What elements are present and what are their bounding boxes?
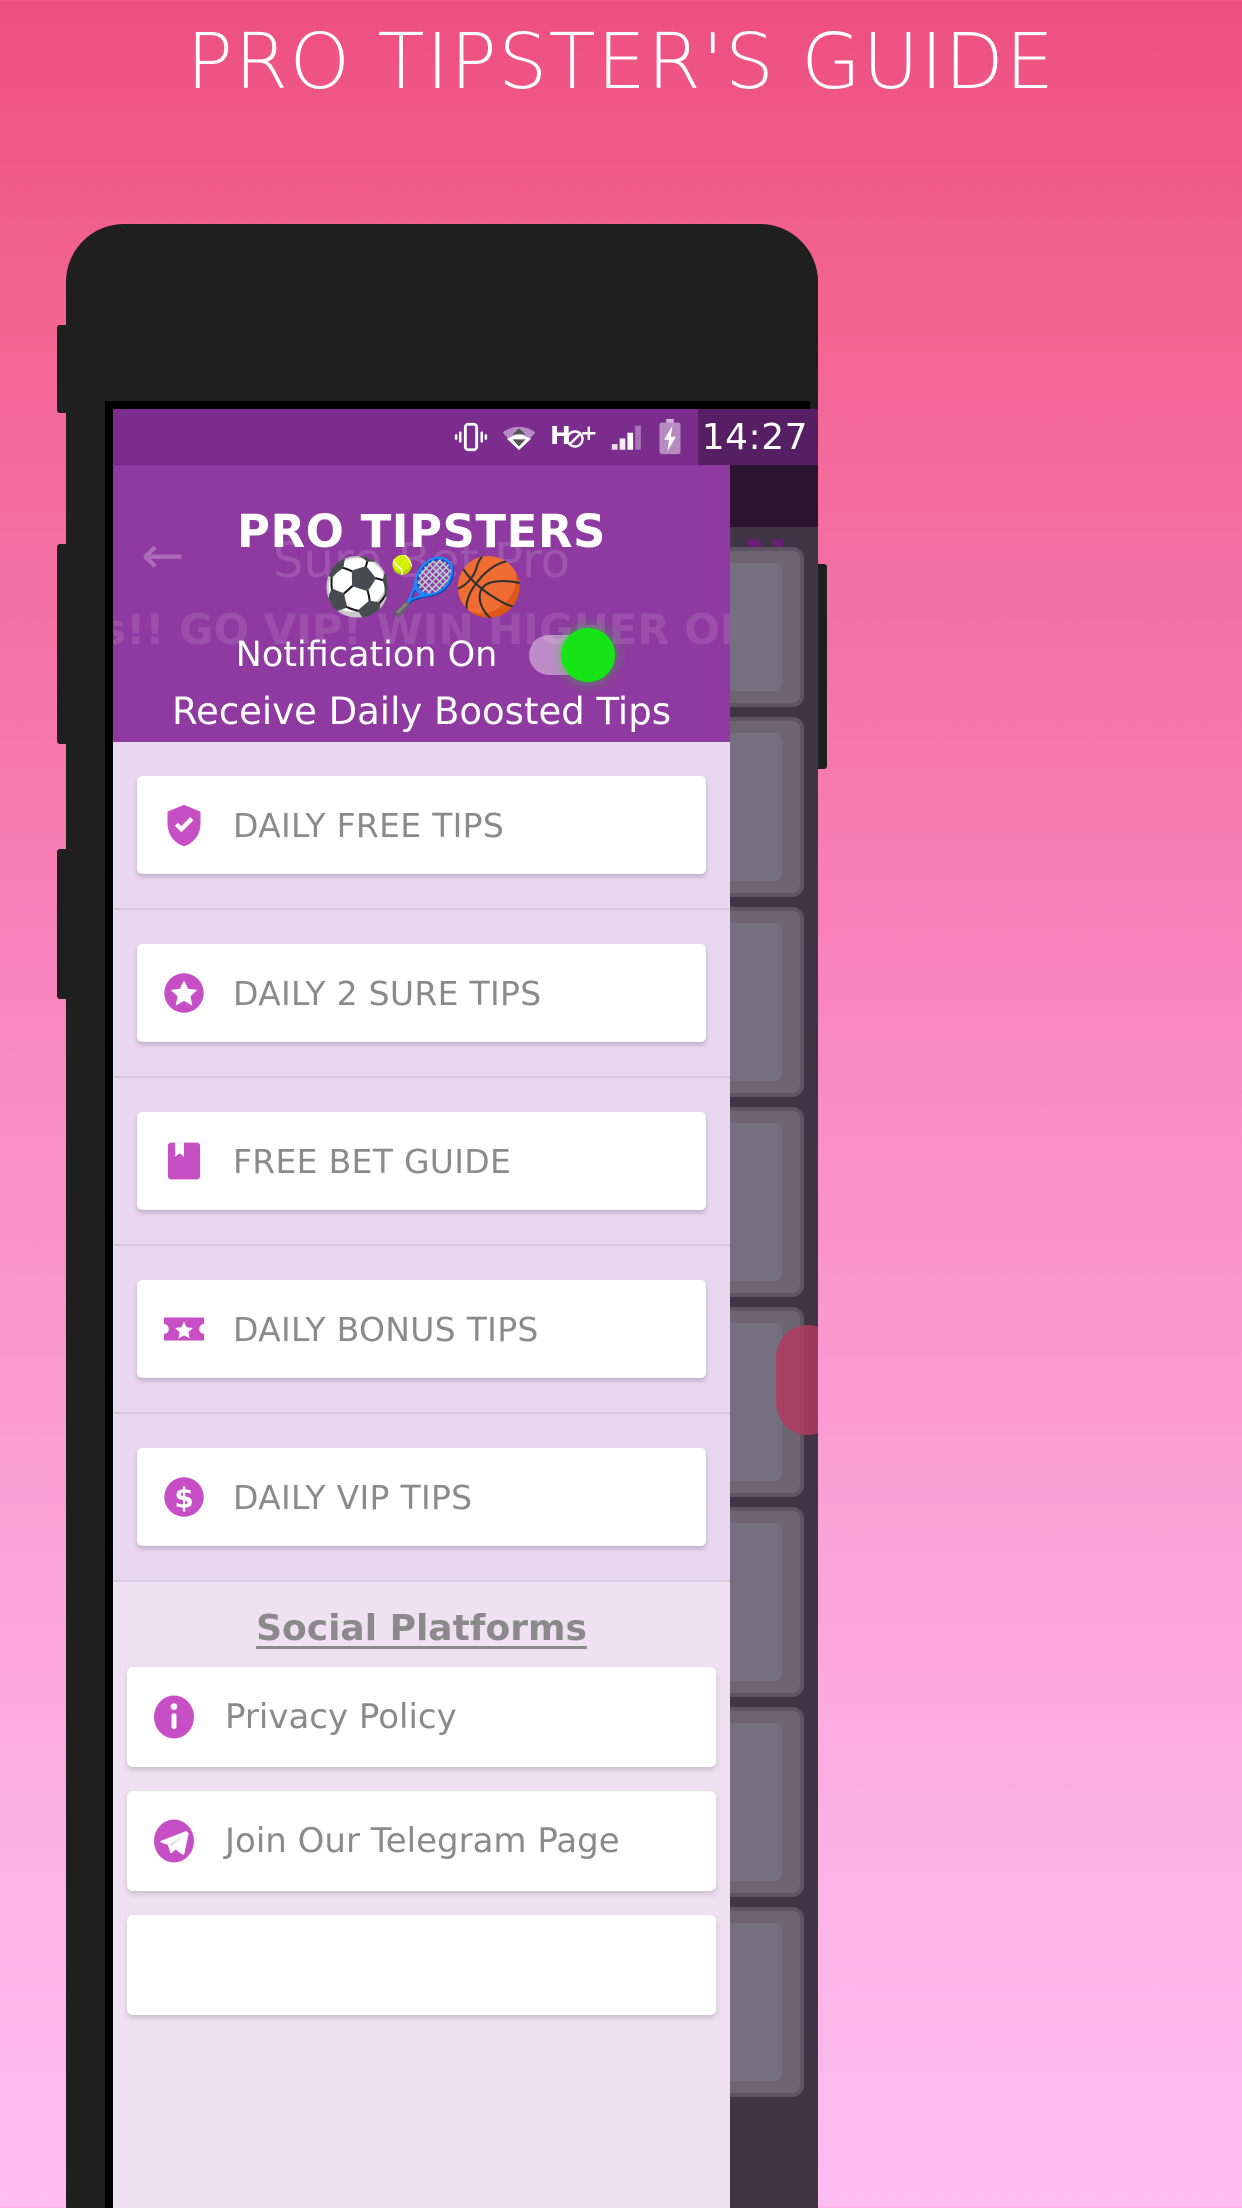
volume-up-button[interactable]: [57, 325, 69, 413]
social-row-label: Join Our Telegram Page: [225, 1821, 620, 1861]
menu-item-label: FREE BET GUIDE: [233, 1141, 512, 1181]
signal-bars-icon: [609, 421, 643, 453]
status-bar: H + 14:27: [113, 409, 818, 465]
svg-text:$: $: [174, 1481, 193, 1514]
social-platforms-title: Social Platforms: [256, 1608, 587, 1649]
menu-item-daily-bonus-tips[interactable]: DAILY BONUS TIPS: [113, 1246, 730, 1414]
menu-item-daily-2-sure-tips[interactable]: DAILY 2 SURE TIPS: [113, 910, 730, 1078]
social-platforms-heading: Social Platforms: [113, 1582, 730, 1667]
hspa-plus-icon: H +: [550, 421, 596, 453]
menu-item-daily-free-tips[interactable]: DAILY FREE TIPS: [113, 742, 730, 910]
ticket-star-icon: [161, 1306, 207, 1352]
social-row-label: Privacy Policy: [225, 1697, 457, 1737]
drawer-menu-list: DAILY FREE TIPS DAILY 2 SURE TIPS FREE B…: [113, 742, 730, 1582]
dollar-circle-icon: $: [161, 1474, 207, 1520]
menu-item-label: DAILY VIP TIPS: [233, 1477, 473, 1517]
notification-toggle[interactable]: [529, 628, 616, 682]
drawer-title: PRO TIPSTERS: [237, 505, 606, 558]
menu-item-label: DAILY 2 SURE TIPS: [233, 973, 542, 1013]
bookmark-icon: [161, 1138, 207, 1184]
drawer-header: ← Sure Bet Pro ps!! GO VIP! WIN HIGHER O…: [113, 465, 730, 742]
notification-toggle-row[interactable]: Notification On: [113, 628, 730, 682]
social-row-privacy-policy[interactable]: Privacy Policy: [127, 1667, 716, 1767]
toggle-knob: [561, 628, 616, 682]
vibrate-icon: [454, 420, 488, 454]
navigation-drawer: ← Sure Bet Pro ps!! GO VIP! WIN HIGHER O…: [113, 465, 730, 2208]
left-side-button[interactable]: [57, 849, 69, 999]
drawer-subtitle: Receive Daily Boosted Tips: [172, 690, 671, 733]
menu-item-label: DAILY BONUS TIPS: [233, 1309, 539, 1349]
wifi-icon: [501, 421, 537, 453]
battery-charging-icon: [656, 419, 684, 455]
menu-item-daily-vip-tips[interactable]: $ DAILY VIP TIPS: [113, 1414, 730, 1582]
menu-item-label: DAILY FREE TIPS: [233, 805, 505, 845]
sports-balls-icon: ⚽🎾🏀: [322, 555, 524, 620]
shield-check-icon: [161, 802, 207, 848]
social-platforms-list: Privacy Policy Join Our Telegram Page: [113, 1667, 730, 2015]
volume-down-button[interactable]: [57, 544, 69, 744]
social-row-partial[interactable]: [127, 1915, 716, 2015]
social-row-telegram[interactable]: Join Our Telegram Page: [127, 1791, 716, 1891]
notification-label: Notification On: [235, 635, 498, 675]
phone-mockup: H + 14:27 ← Sure Bet Pro s!! GO VIP! WIN…: [57, 224, 827, 2208]
phone-screen: H + 14:27 ← Sure Bet Pro s!! GO VIP! WIN…: [113, 409, 818, 2208]
star-circle-icon: [161, 970, 207, 1016]
status-bar-clock: 14:27: [701, 416, 808, 458]
info-circle-icon: [149, 1692, 199, 1742]
menu-item-free-bet-guide[interactable]: FREE BET GUIDE: [113, 1078, 730, 1246]
telegram-icon: [149, 1816, 199, 1866]
page-title: PRO TIPSTER'S GUIDE: [186, 18, 1056, 107]
background-pill: [776, 1325, 818, 1435]
